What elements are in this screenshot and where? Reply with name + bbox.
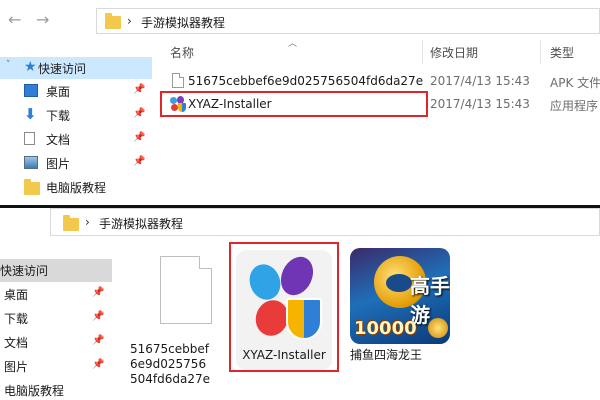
coin-icon: [428, 318, 448, 338]
sidebar-item-quick-access[interactable]: 快速访问: [0, 259, 112, 282]
file-tile-label: 捕鱼四海龙王: [350, 348, 423, 362]
address-bar[interactable]: › 手游模拟器教程: [96, 8, 600, 34]
document-icon: [24, 132, 35, 145]
column-name[interactable]: 名称: [170, 44, 194, 61]
pin-icon[interactable]: 📌: [133, 84, 145, 95]
file-tile-label: 51675cebbef6e9d025756504fd6da27e: [130, 342, 211, 386]
pin-icon[interactable]: 📌: [133, 132, 145, 143]
sidebar-item-label: 文档: [4, 336, 29, 350]
fishing-game-icon[interactable]: 高手游 10000: [350, 248, 450, 344]
column-divider[interactable]: [540, 40, 541, 64]
sidebar-item-quick-access[interactable]: ˅ ★ 快速访问: [0, 57, 152, 79]
folder-icon: [105, 13, 121, 29]
download-arrow-icon: ⬇: [24, 105, 37, 123]
sidebar-item-downloads[interactable]: ⬇ 下载 📌: [0, 104, 152, 126]
folder-icon: [63, 215, 79, 231]
pin-icon[interactable]: 📌: [92, 287, 104, 298]
file-type: APK 文件: [550, 76, 600, 90]
sidebar-item-label: 快速访问: [38, 62, 87, 76]
forward-arrow-icon[interactable]: →: [36, 12, 49, 28]
sidebar-item-pc-tutorial[interactable]: 电脑版教程: [0, 379, 112, 400]
column-date[interactable]: 修改日期: [430, 44, 478, 61]
top-explorer-window: ← → › 手游模拟器教程 ︿ 名称 修改日期 类型 ˅ ★ 快速访问 桌面 📌…: [0, 0, 600, 206]
breadcrumb-chevron-icon: ›: [127, 14, 132, 28]
sidebar-item-pc-tutorial[interactable]: 电脑版教程: [0, 176, 152, 198]
breadcrumb-folder[interactable]: 手游模拟器教程: [99, 215, 183, 232]
sidebar-item-pictures[interactable]: 图片 📌: [0, 152, 152, 174]
sidebar-item-label: 桌面: [46, 85, 71, 99]
sidebar-item-label: 电脑版教程: [46, 181, 107, 195]
bottom-explorer-window: › 手游模拟器教程 快速访问 桌面 📌 下载 📌 文档 📌 图片 📌 电脑版教程…: [0, 208, 600, 400]
star-icon: ★: [24, 59, 37, 75]
sidebar-item-desktop[interactable]: 桌面 📌: [0, 80, 152, 102]
desktop-icon: [24, 84, 38, 97]
sidebar-item-documents[interactable]: 文档 📌: [0, 331, 112, 354]
file-type: 应用程序: [550, 99, 599, 113]
sidebar-item-label: 下载: [4, 312, 29, 326]
pin-icon[interactable]: 📌: [92, 359, 104, 370]
sidebar-item-label: 桌面: [4, 288, 29, 302]
generic-file-icon: [172, 73, 184, 88]
pin-icon[interactable]: 📌: [133, 156, 145, 167]
back-arrow-icon[interactable]: ←: [8, 12, 21, 28]
pin-icon[interactable]: 📌: [92, 335, 104, 346]
folder-icon: [24, 179, 40, 195]
file-date: 2017/4/13 15:43: [430, 97, 530, 111]
highlight-box: [229, 242, 339, 372]
sidebar-item-label: 图片: [4, 360, 29, 374]
column-type[interactable]: 类型: [550, 44, 574, 61]
file-name: 51675cebbef6e9d025756504fd6da27e: [188, 74, 424, 88]
sidebar-item-label: 快速访问: [0, 264, 49, 278]
breadcrumb-chevron-icon: ›: [85, 215, 90, 229]
sidebar-item-documents[interactable]: 文档 📌: [0, 128, 152, 150]
sidebar-item-downloads[interactable]: 下载 📌: [0, 307, 112, 330]
pictures-icon: [24, 156, 38, 169]
address-toolbar: ← → › 手游模拟器教程: [0, 0, 600, 40]
breadcrumb-folder[interactable]: 手游模拟器教程: [141, 14, 225, 31]
sidebar-item-desktop[interactable]: 桌面 📌: [0, 283, 112, 306]
highlight-box: [160, 91, 428, 117]
coin-badge: 10000: [354, 318, 417, 339]
sidebar-item-label: 图片: [46, 157, 71, 171]
column-divider[interactable]: [422, 40, 423, 64]
expand-chevron-icon[interactable]: ˅: [6, 60, 11, 70]
generic-file-icon: [160, 256, 212, 324]
pin-icon[interactable]: 📌: [133, 108, 145, 119]
sidebar-item-label: 电脑版教程: [4, 384, 65, 398]
file-date: 2017/4/13 15:43: [430, 74, 530, 88]
file-row[interactable]: 51675cebbef6e9d025756504fd6da27e 2017/4/…: [160, 70, 600, 92]
sidebar-item-pictures[interactable]: 图片 📌: [0, 355, 112, 378]
sidebar-item-label: 文档: [46, 133, 71, 147]
address-bar[interactable]: › 手游模拟器教程: [50, 208, 600, 236]
sort-ascending-icon: ︿: [288, 39, 298, 49]
pin-icon[interactable]: 📌: [92, 311, 104, 322]
sidebar-item-label: 下载: [46, 109, 71, 123]
